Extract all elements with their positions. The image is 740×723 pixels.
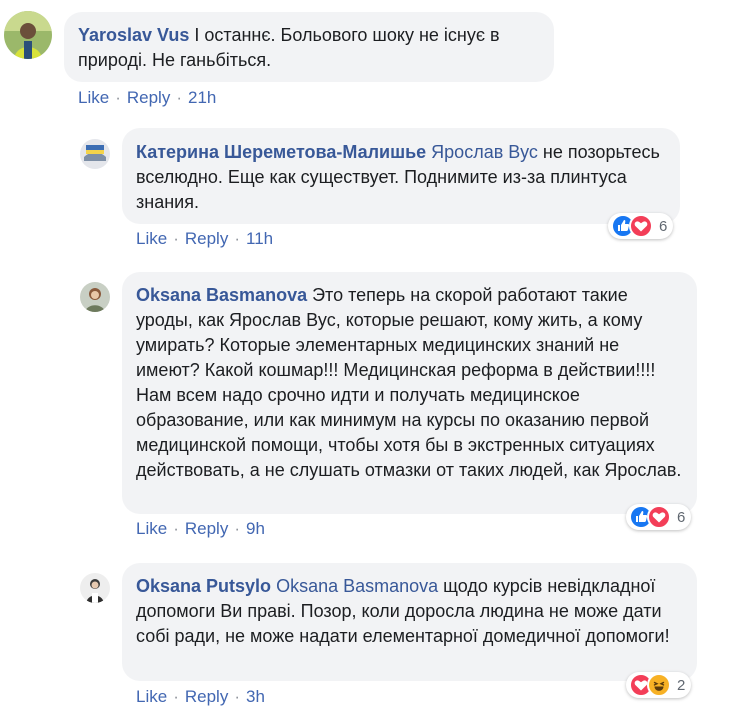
comment-author[interactable]: Yaroslav Vus <box>78 25 189 45</box>
comment-bubble: Yaroslav Vus І останнє. Больового шоку н… <box>64 12 554 82</box>
avatar[interactable] <box>80 139 110 169</box>
separator-dot: · <box>173 519 179 538</box>
love-icon <box>629 214 653 238</box>
comment-mention[interactable]: Ярослав Вус <box>431 142 538 162</box>
separator-dot: · <box>176 88 182 107</box>
comment-text: Это теперь на скорой работают такие урод… <box>136 285 682 480</box>
reply-button[interactable]: Reply <box>185 687 228 706</box>
comment-author[interactable]: Oksana Basmanova <box>136 285 307 305</box>
reaction-count: 6 <box>659 217 668 235</box>
comment-actions: Like · Reply · 21h <box>78 88 216 108</box>
like-button[interactable]: Like <box>136 519 167 538</box>
reply-button[interactable]: Reply <box>185 519 228 538</box>
comment-mention[interactable]: Oksana Basmanova <box>276 576 438 596</box>
avatar-image-icon <box>80 573 110 603</box>
avatar-image-icon <box>80 282 110 312</box>
comment-actions: Like · Reply · 9h <box>136 519 265 539</box>
comment-bubble: Oksana Putsylo Oksana Basmanova щодо кур… <box>122 563 697 681</box>
avatar[interactable] <box>80 573 110 603</box>
avatar-image-icon <box>4 11 52 59</box>
comment-actions: Like · Reply · 11h <box>136 229 273 249</box>
reply-button[interactable]: Reply <box>127 88 170 107</box>
comment-bubble: Oksana Basmanova Это теперь на скорой ра… <box>122 272 697 514</box>
comment-author[interactable]: Oksana Putsylo <box>136 576 271 596</box>
separator-dot: · <box>234 519 240 538</box>
avatar[interactable] <box>4 11 52 59</box>
reaction-count: 6 <box>677 508 686 526</box>
separator-dot: · <box>173 687 179 706</box>
love-icon <box>647 505 671 529</box>
separator-dot: · <box>234 687 240 706</box>
avatar[interactable] <box>80 282 110 312</box>
comment-author[interactable]: Катерина Шереметова-Малишье <box>136 142 426 162</box>
comment-timestamp[interactable]: 9h <box>246 519 265 538</box>
comment-bubble: Катерина Шереметова-Малишье Ярослав Вус … <box>122 128 680 224</box>
comment-timestamp[interactable]: 21h <box>188 88 216 107</box>
like-button[interactable]: Like <box>78 88 109 107</box>
separator-dot: · <box>234 229 240 248</box>
reactions-summary[interactable]: 6 <box>608 213 674 239</box>
avatar-image-icon <box>80 139 110 169</box>
reactions-summary[interactable]: 6 <box>626 504 692 530</box>
reactions-summary[interactable]: 2 <box>626 672 692 698</box>
comment-timestamp[interactable]: 3h <box>246 687 265 706</box>
reaction-count: 2 <box>677 676 686 694</box>
comment-actions: Like · Reply · 3h <box>136 687 265 707</box>
separator-dot: · <box>173 229 179 248</box>
like-button[interactable]: Like <box>136 687 167 706</box>
haha-icon <box>647 673 671 697</box>
comment-timestamp[interactable]: 11h <box>246 229 273 248</box>
separator-dot: · <box>115 88 121 107</box>
like-button[interactable]: Like <box>136 229 167 248</box>
reply-button[interactable]: Reply <box>185 229 228 248</box>
